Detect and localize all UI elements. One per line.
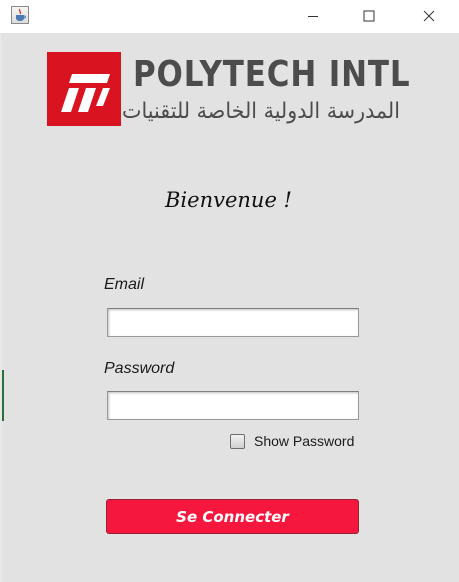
maximize-icon [363, 10, 375, 22]
login-window: POLYTECH INTL المدرسة الدولية الخاصة للت… [0, 0, 459, 582]
show-password-label: Show Password [254, 433, 355, 449]
logo-arabic-subtitle: المدرسة الدولية الخاصة للتقنيات [122, 99, 400, 124]
show-password-checkbox[interactable] [230, 433, 245, 449]
content-panel: POLYTECH INTL المدرسة الدولية الخاصة للت… [2, 33, 459, 582]
title-bar [0, 0, 459, 33]
password-label: Password [104, 360, 175, 377]
login-button[interactable]: Se Connecter [106, 499, 359, 534]
minimize-icon [308, 16, 318, 17]
show-password-toggle[interactable]: Show Password [230, 433, 354, 449]
email-label: Email [104, 276, 145, 293]
close-button[interactable] [406, 0, 452, 32]
java-icon[interactable] [11, 6, 29, 24]
school-logo: POLYTECH INTL المدرسة الدولية الخاصة للت… [47, 52, 427, 128]
logo-title: POLYTECH INTL [133, 54, 411, 95]
polytech-logo-mark [47, 52, 121, 126]
background-window-edge [2, 370, 4, 421]
welcome-heading: Bienvenue ! [165, 188, 292, 212]
close-icon [423, 10, 435, 22]
password-field[interactable] [107, 391, 359, 420]
minimize-button[interactable] [290, 0, 336, 32]
email-field[interactable] [107, 308, 359, 337]
maximize-button[interactable] [346, 0, 392, 32]
